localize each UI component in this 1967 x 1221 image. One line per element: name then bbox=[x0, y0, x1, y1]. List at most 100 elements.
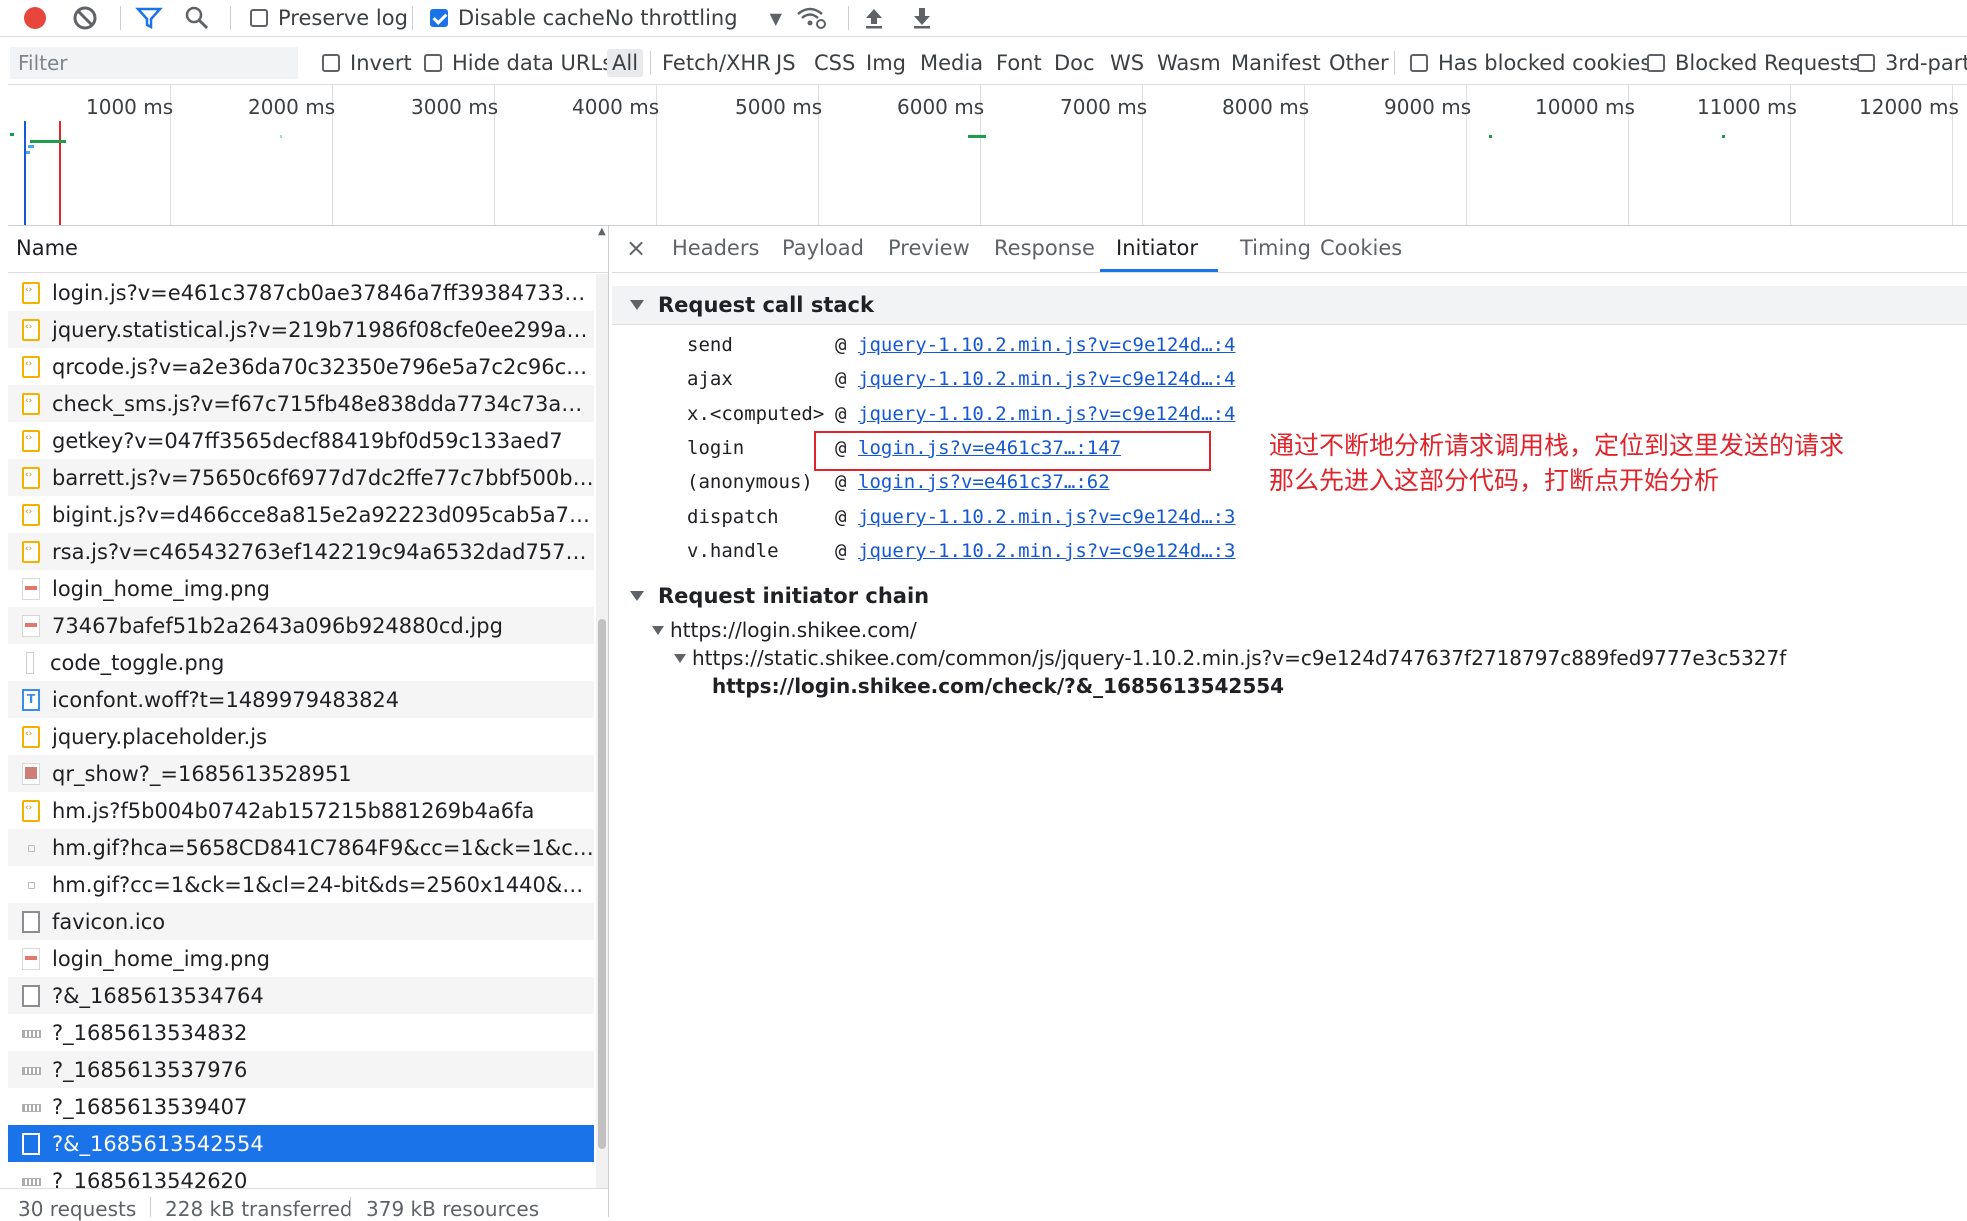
type-filter-other[interactable]: Other bbox=[1329, 49, 1389, 77]
tab-payload[interactable]: Payload bbox=[782, 236, 864, 260]
call-stack-frame: dispatch @ jquery-1.10.2.min.js?v=c9e124d…… bbox=[612, 504, 1967, 534]
type-filter-wasm[interactable]: Wasm bbox=[1157, 49, 1221, 77]
request-row[interactable]: ?_1685613537976 bbox=[8, 1051, 594, 1088]
import-har-button[interactable] bbox=[862, 0, 886, 36]
frame-at-symbol: @ bbox=[835, 471, 847, 493]
type-filter-font[interactable]: Font bbox=[996, 49, 1042, 77]
blocked-cookies-box[interactable] bbox=[1410, 54, 1428, 72]
request-row[interactable]: hm.gif?cc=1&ck=1&cl=24-bit&ds=2560x1440&… bbox=[8, 866, 594, 903]
chain-item-request[interactable]: https://login.shikee.com/check/?&_168561… bbox=[712, 674, 1284, 698]
request-row[interactable]: barrett.js?v=75650c6f6977d7dc2ffe77c7bbf… bbox=[8, 459, 594, 496]
chain-item-script[interactable]: https://static.shikee.com/common/js/jque… bbox=[674, 646, 1786, 670]
record-button[interactable] bbox=[22, 0, 48, 36]
timeline-tick: 11000 ms bbox=[1697, 95, 1797, 119]
network-conditions-button[interactable] bbox=[796, 0, 828, 36]
preserve-log-label: Preserve log bbox=[278, 6, 408, 30]
type-filter-ws[interactable]: WS bbox=[1110, 49, 1144, 77]
request-name: 73467bafef51b2a2643a096b924880cd.jpg bbox=[52, 613, 503, 638]
initiator-chain-header[interactable]: Request initiator chain bbox=[612, 577, 1967, 615]
request-row[interactable]: ?&_1685613534764 bbox=[8, 977, 594, 1014]
frame-at-symbol: @ bbox=[835, 368, 847, 390]
type-filter-css[interactable]: CSS bbox=[814, 49, 855, 77]
blocked-cookies-checkbox[interactable]: Has blocked cookies bbox=[1410, 45, 1651, 81]
request-row[interactable]: hm.gif?hca=5658CD841C7864F9&cc=1&ck=1&cl… bbox=[8, 829, 594, 866]
request-row[interactable]: ?_1685613534832 bbox=[8, 1014, 594, 1051]
export-har-button[interactable] bbox=[910, 0, 934, 36]
search-button[interactable] bbox=[184, 0, 210, 36]
request-row[interactable]: login_home_img.png bbox=[8, 570, 594, 607]
request-row[interactable]: ?&_1685613542554 bbox=[8, 1125, 594, 1162]
request-name: hm.js?f5b004b0742ab157215b881269b4a6fa bbox=[52, 798, 535, 823]
tab-timing[interactable]: Timing bbox=[1240, 236, 1311, 260]
preserve-log-box[interactable] bbox=[250, 9, 268, 27]
type-filter-fetch-xhr[interactable]: Fetch/XHR bbox=[662, 49, 771, 77]
chain-item-root[interactable]: https://login.shikee.com/ bbox=[652, 618, 917, 642]
type-filter-doc[interactable]: Doc bbox=[1054, 49, 1095, 77]
request-name: login_home_img.png bbox=[52, 576, 270, 601]
list-header[interactable]: Name ▲ bbox=[8, 226, 608, 273]
tab-preview[interactable]: Preview bbox=[888, 236, 970, 260]
type-filter-media[interactable]: Media bbox=[920, 49, 983, 77]
disable-cache-box[interactable] bbox=[430, 9, 448, 27]
frame-source-link[interactable]: jquery-1.10.2.min.js?v=c9e124d…:3 bbox=[858, 506, 1236, 528]
request-row[interactable]: ?_1685613539407 bbox=[8, 1088, 594, 1125]
tab-response[interactable]: Response bbox=[994, 236, 1095, 260]
request-name: hm.gif?hca=5658CD841C7864F9&cc=1&ck=1&cl… bbox=[52, 835, 594, 860]
frame-function-name: v.handle bbox=[687, 540, 779, 562]
call-stack-header[interactable]: Request call stack bbox=[612, 286, 1967, 325]
preserve-log-checkbox[interactable]: Preserve log bbox=[250, 0, 408, 36]
name-column-header[interactable]: Name bbox=[16, 236, 78, 260]
tab-headers[interactable]: Headers bbox=[672, 236, 759, 260]
clear-button[interactable] bbox=[72, 0, 98, 36]
third-party-checkbox[interactable]: 3rd-part bbox=[1857, 45, 1967, 81]
request-row[interactable]: qr_show?_=1685613528951 bbox=[8, 755, 594, 792]
request-row[interactable]: qrcode.js?v=a2e36da70c32350e796e5a7c2c96… bbox=[8, 348, 594, 385]
request-row[interactable]: 73467bafef51b2a2643a096b924880cd.jpg bbox=[8, 607, 594, 644]
type-filter-all[interactable]: All bbox=[607, 49, 644, 77]
third-party-box[interactable] bbox=[1857, 54, 1875, 72]
frame-function-name: ajax bbox=[687, 368, 733, 390]
hide-data-urls-box[interactable] bbox=[424, 54, 442, 72]
frame-function-name: dispatch bbox=[687, 506, 779, 528]
blocked-requests-box[interactable] bbox=[1647, 54, 1665, 72]
request-row[interactable]: hm.js?f5b004b0742ab157215b881269b4a6fa bbox=[8, 792, 594, 829]
disable-cache-checkbox[interactable]: Disable cache bbox=[430, 0, 605, 36]
tab-initiator[interactable]: Initiator bbox=[1116, 236, 1198, 260]
filter-toggle-button[interactable] bbox=[135, 0, 163, 36]
expand-triangle-icon bbox=[652, 625, 664, 635]
request-name: bigint.js?v=d466cce8a815e2a92223d095cab5… bbox=[52, 502, 594, 527]
frame-source-link[interactable]: jquery-1.10.2.min.js?v=c9e124d…:4 bbox=[858, 368, 1236, 390]
frame-at-symbol: @ bbox=[835, 334, 847, 356]
frame-source-link[interactable]: jquery-1.10.2.min.js?v=c9e124d…:4 bbox=[858, 334, 1236, 356]
type-filter-manifest[interactable]: Manifest bbox=[1231, 49, 1321, 77]
request-bar bbox=[1722, 135, 1725, 138]
request-row[interactable]: login.js?v=e461c3787cb0ae37846a7ff393847… bbox=[8, 274, 594, 311]
request-row[interactable]: jquery.statistical.js?v=219b71986f08cfe0… bbox=[8, 311, 594, 348]
invert-checkbox[interactable]: Invert bbox=[322, 45, 412, 81]
type-filter-img[interactable]: Img bbox=[866, 49, 906, 77]
request-row[interactable]: favicon.ico bbox=[8, 903, 594, 940]
frame-source-link[interactable]: login.js?v=e461c37…:147 bbox=[858, 437, 1121, 459]
request-row[interactable]: getkey?v=047ff3565decf88419bf0d59c133aed… bbox=[8, 422, 594, 459]
hide-data-urls-checkbox[interactable]: Hide data URLs bbox=[424, 45, 613, 81]
request-row[interactable]: iconfont.woff?t=1489979483824 bbox=[8, 681, 594, 718]
frame-source-link[interactable]: login.js?v=e461c37…:62 bbox=[858, 471, 1110, 493]
network-overview[interactable]: 1000 ms 2000 ms 3000 ms 4000 ms 5000 ms … bbox=[8, 84, 1967, 226]
blocked-requests-checkbox[interactable]: Blocked Requests bbox=[1647, 45, 1860, 81]
tab-cookies[interactable]: Cookies bbox=[1320, 236, 1402, 260]
request-row[interactable]: check_sms.js?v=f67c715fb48e838dda7734c73… bbox=[8, 385, 594, 422]
throttling-select[interactable]: No throttling ▼ bbox=[605, 0, 782, 36]
filter-input[interactable] bbox=[10, 47, 298, 79]
frame-source-link[interactable]: jquery-1.10.2.min.js?v=c9e124d…:4 bbox=[858, 403, 1236, 425]
request-row[interactable]: bigint.js?v=d466cce8a815e2a92223d095cab5… bbox=[8, 496, 594, 533]
frame-source-link[interactable]: jquery-1.10.2.min.js?v=c9e124d…:3 bbox=[858, 540, 1236, 562]
scrollbar-thumb[interactable] bbox=[598, 619, 606, 1149]
type-filter-js[interactable]: JS bbox=[776, 49, 796, 77]
invert-box[interactable] bbox=[322, 54, 340, 72]
request-row[interactable]: login_home_img.png bbox=[8, 940, 594, 977]
request-row[interactable]: code_toggle.png bbox=[8, 644, 594, 681]
close-icon[interactable]: × bbox=[626, 234, 646, 262]
request-row[interactable]: jquery.placeholder.js bbox=[8, 718, 594, 755]
request-row[interactable]: rsa.js?v=c465432763ef142219c94a6532dad75… bbox=[8, 533, 594, 570]
list-scrollbar[interactable]: ▼ bbox=[596, 274, 608, 1217]
